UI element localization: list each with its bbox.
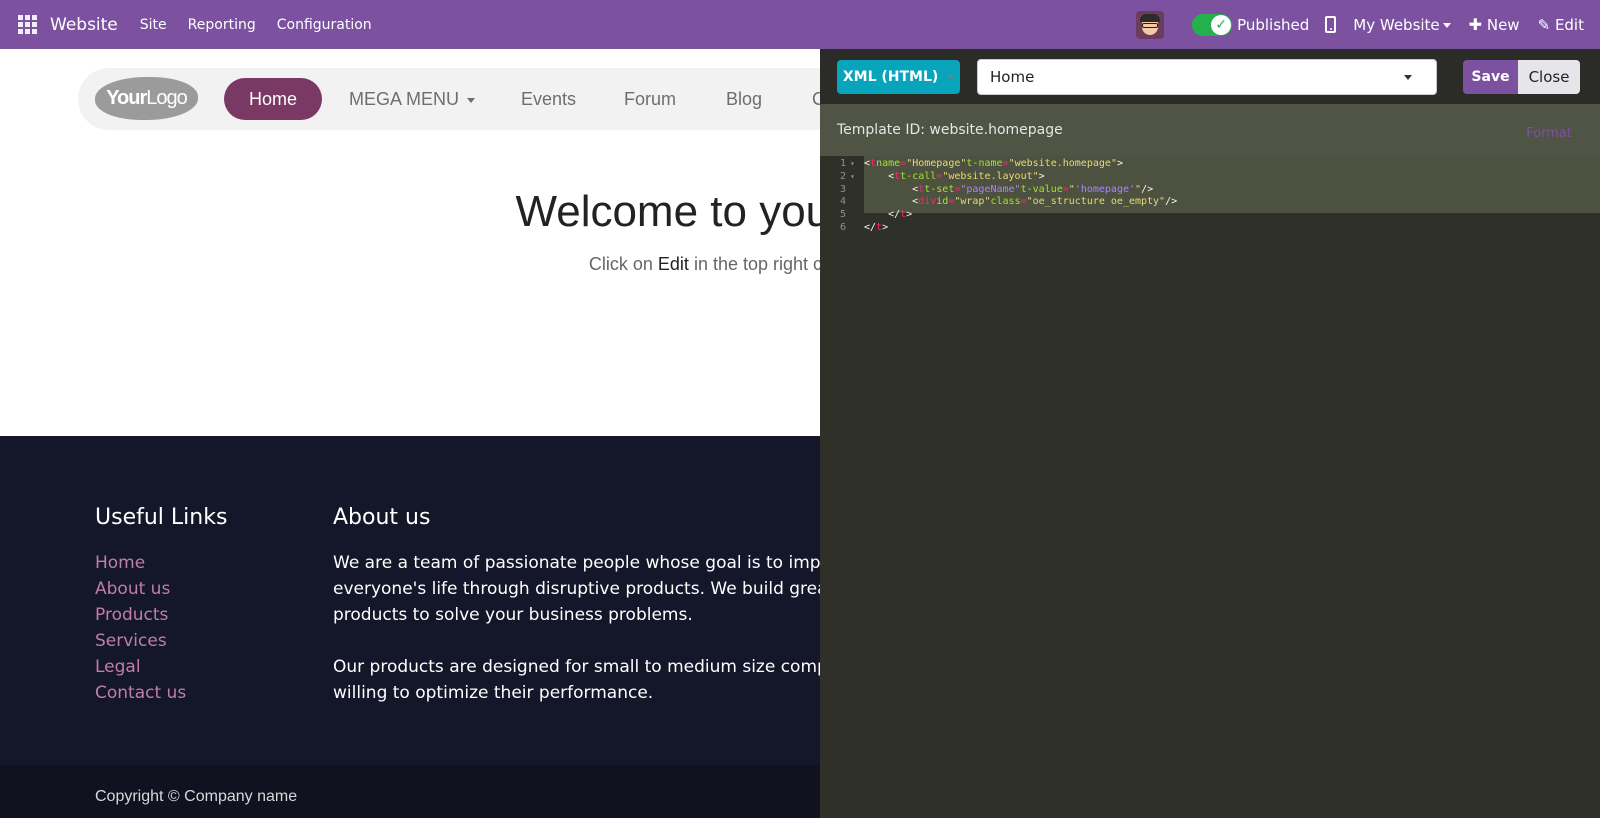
caret-down-icon bbox=[1404, 75, 1412, 80]
website-selector[interactable]: My Website bbox=[1353, 15, 1451, 34]
menu-reporting[interactable]: Reporting bbox=[188, 17, 256, 33]
app-name[interactable]: Website bbox=[50, 15, 118, 35]
published-label[interactable]: Published bbox=[1237, 16, 1309, 34]
nav-home[interactable]: Home bbox=[224, 78, 322, 120]
subtitle-pre: Click on bbox=[588, 254, 658, 274]
html-editor-panel: XML (HTML) Home Save Close Template ID: … bbox=[820, 49, 1600, 818]
footer-link-home[interactable]: Home bbox=[95, 550, 186, 576]
view-select-value: Home bbox=[990, 68, 1035, 86]
editor-toolbar: XML (HTML) Home Save Close bbox=[820, 49, 1600, 104]
new-button[interactable]: ✚ New bbox=[1469, 15, 1520, 34]
useful-links-heading: Useful Links bbox=[95, 505, 228, 530]
fold-icon[interactable]: ▾ bbox=[846, 158, 864, 171]
code-line: 6 </t > bbox=[820, 222, 1177, 235]
line-number: 6 bbox=[839, 221, 846, 233]
footer-link-about[interactable]: About us bbox=[95, 576, 186, 602]
menu-configuration[interactable]: Configuration bbox=[277, 17, 372, 33]
code-editor[interactable]: 1 ▾ < t name = "Homepage" t-name = "website.hom… bbox=[820, 156, 1600, 818]
format-button[interactable]: Format bbox=[1526, 126, 1572, 141]
close-button[interactable]: Close bbox=[1518, 60, 1580, 94]
footer-link-contact[interactable]: Contact us bbox=[95, 680, 186, 706]
line-number: 3 bbox=[839, 183, 846, 195]
nav-events[interactable]: Events bbox=[521, 78, 576, 120]
logo-bold: Your bbox=[106, 87, 147, 109]
menu-site[interactable]: Site bbox=[140, 17, 167, 33]
pencil-icon: ✎ bbox=[1537, 15, 1551, 34]
nav-blog[interactable]: Blog bbox=[726, 78, 762, 120]
footer-link-products[interactable]: Products bbox=[95, 602, 186, 628]
code-line: 4 < div id = "wrap" class = "oe_structure oe_… bbox=[820, 196, 1177, 209]
user-avatar[interactable] bbox=[1136, 10, 1165, 39]
website-selector-label: My Website bbox=[1353, 15, 1440, 34]
code-line: 1 ▾ < t name = "Homepage" t-name = "website.hom… bbox=[820, 158, 1177, 171]
view-select[interactable]: Home bbox=[977, 59, 1437, 95]
apps-grid-icon[interactable] bbox=[18, 15, 37, 34]
line-number: 1 bbox=[839, 158, 846, 169]
about-heading: About us bbox=[333, 505, 431, 530]
odoo-top-bar: Website Site Reporting Configuration ✓ P… bbox=[0, 0, 1600, 49]
line-gutter bbox=[820, 156, 864, 818]
check-icon: ✓ bbox=[1211, 14, 1232, 35]
edit-button[interactable]: ✎ Edit bbox=[1538, 16, 1584, 34]
code-lines: 1 ▾ < t name = "Homepage" t-name = "website.hom… bbox=[820, 158, 1177, 235]
published-toggle[interactable]: ✓ bbox=[1192, 13, 1233, 36]
caret-down-icon bbox=[946, 74, 955, 80]
language-label: XML (HTML) bbox=[842, 69, 939, 85]
language-dropdown[interactable]: XML (HTML) bbox=[837, 60, 960, 94]
caret-down-icon bbox=[467, 97, 476, 103]
copyright-text: Copyright © Company name bbox=[95, 788, 298, 805]
line-number: 2 bbox=[839, 170, 846, 182]
new-label: New bbox=[1486, 16, 1520, 34]
code-line: 5 </t > bbox=[820, 209, 1177, 222]
caret-down-icon bbox=[1442, 22, 1451, 28]
save-button[interactable]: Save bbox=[1463, 60, 1518, 94]
site-logo[interactable]: YourLogo bbox=[95, 77, 198, 120]
mobile-preview-icon[interactable] bbox=[1325, 16, 1337, 33]
plus-icon: ✚ bbox=[1468, 15, 1483, 34]
footer-link-services[interactable]: Services bbox=[95, 628, 186, 654]
subtitle-edit: Edit bbox=[657, 254, 689, 274]
nav-forum[interactable]: Forum bbox=[624, 78, 676, 120]
code-line: 3 < t t-set = "pageName" t-value = "'homepage… bbox=[820, 184, 1177, 197]
logo-text: Logo bbox=[146, 87, 187, 109]
code-line: 2 ▾ < t t-call = "website.layout" > bbox=[820, 171, 1177, 184]
footer-link-legal[interactable]: Legal bbox=[95, 654, 186, 680]
nav-mega-menu[interactable]: MEGA MENU bbox=[349, 78, 476, 120]
useful-links-list: Home About us Products Services Legal Co… bbox=[95, 550, 186, 706]
template-id: Template ID: website.homepage bbox=[837, 122, 1063, 138]
edit-label: Edit bbox=[1554, 15, 1584, 34]
nav-mega-menu-label: MEGA MENU bbox=[349, 89, 460, 109]
fold-icon[interactable]: ▾ bbox=[846, 171, 864, 184]
line-number: 5 bbox=[839, 209, 846, 221]
line-number: 4 bbox=[839, 196, 846, 208]
